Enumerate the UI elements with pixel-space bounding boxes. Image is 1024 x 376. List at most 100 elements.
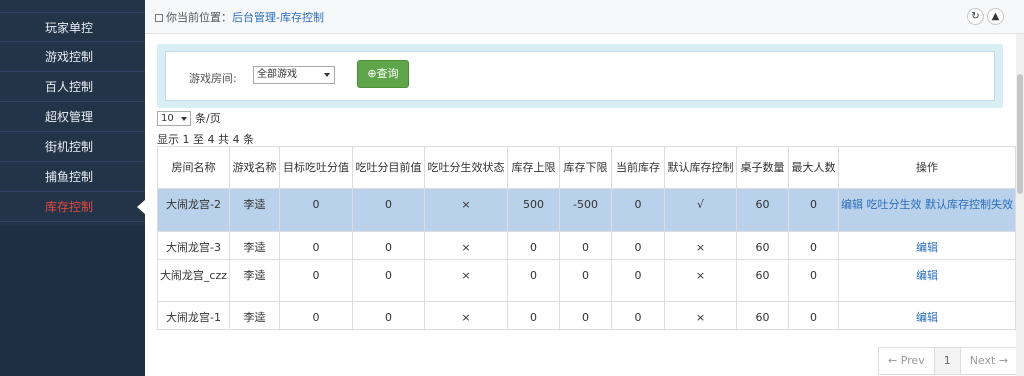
lower-limit-cell: 0	[559, 231, 612, 260]
game-room-label: 游戏房间:	[189, 72, 237, 85]
edit-link[interactable]: 编辑	[916, 311, 938, 324]
game-room-select[interactable]: 全部游戏	[253, 66, 335, 84]
column-header[interactable]: 吃吐分生效状态	[424, 146, 508, 189]
column-header: 操作	[838, 146, 1016, 189]
lower-limit-cell: 0	[559, 301, 612, 330]
sidebar-item-super-admin[interactable]: 超权管理	[0, 102, 145, 132]
table-header-row: 房间名称 游戏名称 目标吃吐分值 吃吐分目前值 吃吐分生效状态 库存上限 库存下…	[157, 146, 1016, 189]
scrollbar[interactable]	[1016, 34, 1024, 376]
column-header[interactable]: 桌子数量	[736, 146, 789, 189]
column-header[interactable]: 游戏名称	[229, 146, 280, 189]
table-count-cell: 60	[736, 259, 789, 302]
column-header[interactable]: 目标吃吐分值	[279, 146, 353, 189]
search-icon: ⊕	[367, 67, 377, 80]
sidebar-item-arcade-control[interactable]: 街机控制	[0, 132, 145, 162]
status-cell: ×	[424, 231, 508, 260]
query-button[interactable]: ⊕查询	[357, 60, 409, 88]
table-count-cell: 60	[736, 231, 789, 260]
upper-limit-cell: 500	[507, 188, 560, 232]
target-value-cell: 0	[279, 231, 353, 260]
stock-cell: 0	[611, 231, 665, 260]
max-players-cell: 0	[788, 259, 839, 302]
table-info: 显示 1 至 4 共 4 条	[157, 133, 254, 146]
current-value-cell: 0	[352, 231, 425, 260]
page-size-suffix: 条/页	[195, 112, 221, 125]
upper-limit-cell: 0	[507, 231, 560, 260]
sidebar-item-stock-control[interactable]: 库存控制	[0, 192, 145, 222]
table-count-cell: 60	[736, 301, 789, 330]
next-page-button[interactable]: Next →	[960, 348, 1018, 374]
breadcrumb-prefix: 你当前位置：	[166, 11, 232, 24]
sidebar-footer	[0, 226, 145, 376]
stock-table: 房间名称 游戏名称 目标吃吐分值 吃吐分目前值 吃吐分生效状态 库存上限 库存下…	[157, 146, 1016, 330]
upper-limit-cell: 0	[507, 301, 560, 330]
breadcrumb-current: 后台管理-库存控制	[232, 11, 324, 24]
sidebar-item-fishing-control[interactable]: 捕鱼控制	[0, 162, 145, 192]
column-header[interactable]: 最大人数	[788, 146, 839, 189]
refresh-button[interactable]: ↻	[967, 8, 984, 25]
column-header[interactable]: 库存下限	[559, 146, 612, 189]
current-value-cell: 0	[352, 188, 425, 232]
edit-link[interactable]: 编辑	[916, 241, 938, 254]
current-value-cell: 0	[352, 259, 425, 302]
disable-default-control-link[interactable]: 默认库存控制失效	[925, 198, 1013, 211]
sidebar-item-game-control[interactable]: 游戏控制	[0, 42, 145, 72]
edit-link[interactable]: 编辑	[916, 269, 938, 282]
pagination: ← Prev 1 Next →	[878, 347, 1019, 375]
breadcrumb: 你当前位置：后台管理-库存控制	[155, 9, 324, 25]
current-value-cell: 0	[352, 301, 425, 330]
game-room-select-value: 全部游戏	[257, 69, 297, 80]
default-control-cell: √	[664, 188, 737, 232]
query-label: 查询	[376, 67, 399, 80]
default-control-cell: ×	[664, 259, 737, 302]
room-name-cell: 大闹龙宫-3	[157, 231, 230, 260]
edit-link[interactable]: 编辑	[841, 198, 863, 211]
sidebar-item-player-control[interactable]: 玩家单控	[0, 12, 145, 42]
column-header[interactable]: 默认库存控制	[664, 146, 737, 189]
prev-page-button[interactable]: ← Prev	[879, 348, 935, 374]
default-control-cell: ×	[664, 231, 737, 260]
column-header[interactable]: 当前库存	[611, 146, 665, 189]
refresh-icon: ↻	[971, 11, 980, 22]
default-control-cell: ×	[664, 301, 737, 330]
chevron-up-icon: ▲	[991, 11, 1000, 22]
breadcrumb-bar: 你当前位置：后台管理-库存控制 ↻ ▲	[145, 0, 1024, 34]
chevron-down-icon	[181, 116, 187, 121]
table-row[interactable]: 大闹龙宫_czz 李逵 0 0 × 0 0 0 × 60 0 编辑	[157, 259, 1016, 302]
collapse-button[interactable]: ▲	[987, 8, 1004, 25]
apply-score-link[interactable]: 吃吐分生效	[867, 198, 922, 211]
max-players-cell: 0	[788, 188, 839, 232]
home-icon	[155, 14, 163, 22]
main-content: 你当前位置：后台管理-库存控制 ↻ ▲ 游戏房间: 全部游戏 ⊕查询 10 条/…	[145, 0, 1024, 376]
page-size-select[interactable]: 10	[157, 110, 191, 126]
status-cell: ×	[424, 259, 508, 302]
stock-cell: 0	[611, 259, 665, 302]
column-header[interactable]: 吃吐分目前值	[352, 146, 425, 189]
sidebar: 玩家单控 游戏控制 百人控制 超权管理 街机控制 捕鱼控制 库存控制	[0, 0, 145, 376]
column-header[interactable]: 房间名称	[157, 146, 230, 189]
max-players-cell: 0	[788, 301, 839, 330]
operations-cell: 编辑 吃吐分生效 默认库存控制失效	[838, 188, 1016, 232]
table-row[interactable]: 大闹龙宫-3 李逵 0 0 × 0 0 0 × 60 0 编辑	[157, 231, 1016, 260]
room-name-cell: 大闹龙宫_czz	[157, 259, 230, 302]
room-name-cell: 大闹龙宫-1	[157, 301, 230, 330]
game-name-cell: 李逵	[229, 188, 280, 232]
page-size-control: 10 条/页	[157, 110, 221, 126]
page-size-value: 10	[161, 112, 174, 124]
room-name-cell: 大闹龙宫-2	[157, 188, 230, 232]
scrollbar-thumb[interactable]	[1017, 74, 1023, 194]
column-header[interactable]: 库存上限	[507, 146, 560, 189]
target-value-cell: 0	[279, 301, 353, 330]
filter-panel: 游戏房间: 全部游戏 ⊕查询	[157, 44, 1003, 108]
table-row[interactable]: 大闹龙宫-1 李逵 0 0 × 0 0 0 × 60 0 编辑	[157, 301, 1016, 330]
status-cell: ×	[424, 301, 508, 330]
table-row[interactable]: 大闹龙宫-2 李逵 0 0 × 500 -500 0 √ 60 0 编辑 吃吐分…	[157, 188, 1016, 232]
lower-limit-cell: 0	[559, 259, 612, 302]
upper-limit-cell: 0	[507, 259, 560, 302]
max-players-cell: 0	[788, 231, 839, 260]
lower-limit-cell: -500	[559, 188, 612, 232]
page-number-button[interactable]: 1	[934, 348, 961, 374]
stock-cell: 0	[611, 301, 665, 330]
sidebar-item-hundred-control[interactable]: 百人控制	[0, 72, 145, 102]
target-value-cell: 0	[279, 259, 353, 302]
